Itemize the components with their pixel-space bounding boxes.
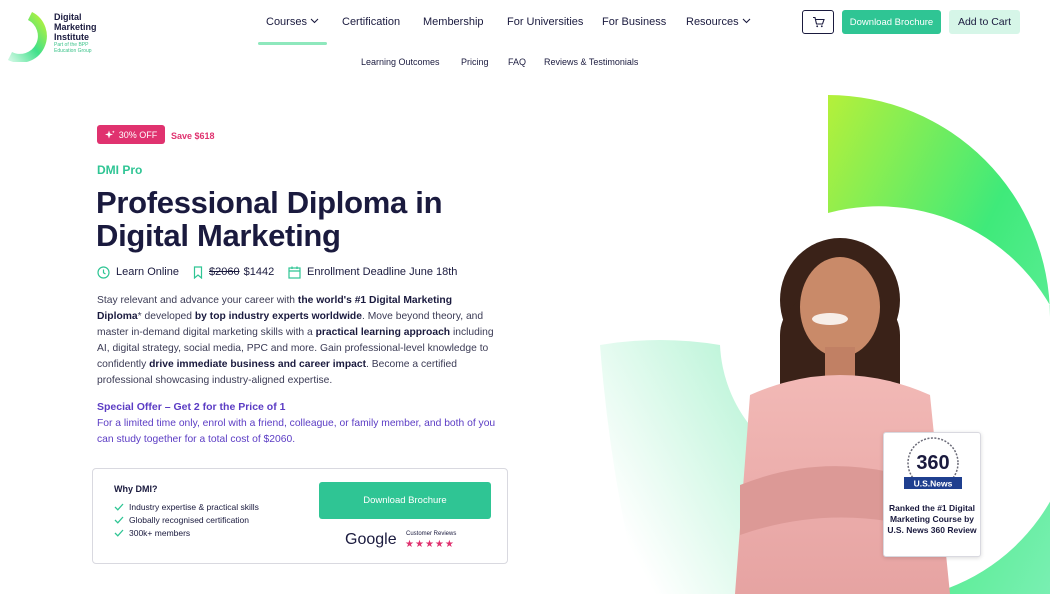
special-offer-title: Special Offer – Get 2 for the Price of 1 [97, 401, 286, 413]
old-price: $2060 [209, 266, 240, 278]
discount-badge: 30% OFF [97, 125, 165, 144]
check-icon [114, 516, 124, 524]
why-item: Industry expertise & practical skills [114, 502, 259, 512]
usnews-360-icon: 360 U.S.News [904, 437, 962, 489]
course-eyebrow: DMI Pro [97, 163, 143, 177]
page-title: Professional Diploma in Digital Marketin… [96, 185, 443, 253]
calendar-icon [288, 266, 301, 279]
logo-subtext: Part of the BPP Education Group [54, 42, 92, 54]
chevron-down-icon [310, 16, 319, 26]
hero-illustration [600, 95, 1050, 594]
subnav-learning-outcomes[interactable]: Learning Outcomes [361, 57, 440, 67]
subnav-pricing[interactable]: Pricing [461, 57, 489, 67]
course-description: Stay relevant and advance your career wi… [97, 295, 494, 386]
badge-number: 360 [916, 452, 949, 474]
sparkle-icon [104, 130, 115, 138]
download-brochure-button[interactable]: Download Brochure [842, 10, 941, 34]
learn-online-meta: Learn Online [97, 264, 179, 280]
nav-for-business[interactable]: For Business [602, 16, 666, 28]
customer-reviews-label: Customer Reviews [406, 531, 457, 537]
current-price: $1442 [243, 266, 275, 278]
star-icon: ★ [405, 539, 415, 550]
special-offer-text: For a limited time only, enrol with a fr… [97, 418, 496, 445]
deadline-meta: Enrollment Deadline June 18th [288, 264, 457, 280]
add-to-cart-button[interactable]: Add to Cart [949, 10, 1020, 34]
nav-membership[interactable]: Membership [423, 16, 484, 28]
bookmark-icon [193, 265, 203, 279]
star-icon: ★ [424, 539, 435, 550]
check-icon [114, 503, 124, 511]
download-brochure-cta[interactable]: Download Brochure [319, 482, 491, 519]
why-item: Globally recognised certification [114, 515, 249, 525]
google-logo: Google [345, 531, 397, 548]
star-icon: ★ [414, 539, 425, 550]
save-amount: Save $618 [171, 131, 215, 141]
star-icon: ★ [444, 539, 455, 550]
logo-wordmark: Digital Marketing Institute [54, 12, 97, 42]
check-icon [114, 529, 124, 537]
logo-ring-icon [7, 11, 47, 62]
why-item: 300k+ members [114, 528, 190, 538]
cart-button[interactable] [802, 10, 834, 34]
rating-stars: ★★★★★ [405, 539, 455, 550]
award-text: Ranked the #1 Digital Marketing Course b… [887, 503, 977, 535]
price-meta: $2060 $1442 [193, 264, 274, 280]
nav-active-indicator [258, 42, 327, 45]
subnav-faq[interactable]: FAQ [508, 57, 526, 67]
why-dmi-title: Why DMI? [114, 484, 158, 494]
nav-courses[interactable]: Courses [266, 16, 319, 28]
star-icon: ★ [434, 539, 445, 550]
cart-icon [812, 16, 825, 28]
nav-resources[interactable]: Resources [686, 16, 751, 28]
clock-icon [97, 265, 110, 279]
usnews-award-badge: 360 U.S.News [883, 432, 981, 557]
nav-for-universities[interactable]: For Universities [507, 16, 583, 28]
nav-certification[interactable]: Certification [342, 16, 400, 28]
chevron-down-icon [742, 16, 751, 26]
dmi-logo[interactable]: Digital Marketing Institute Part of the … [2, 8, 122, 64]
badge-brand: U.S.News [914, 479, 953, 489]
subnav-reviews[interactable]: Reviews & Testimonials [544, 57, 638, 67]
